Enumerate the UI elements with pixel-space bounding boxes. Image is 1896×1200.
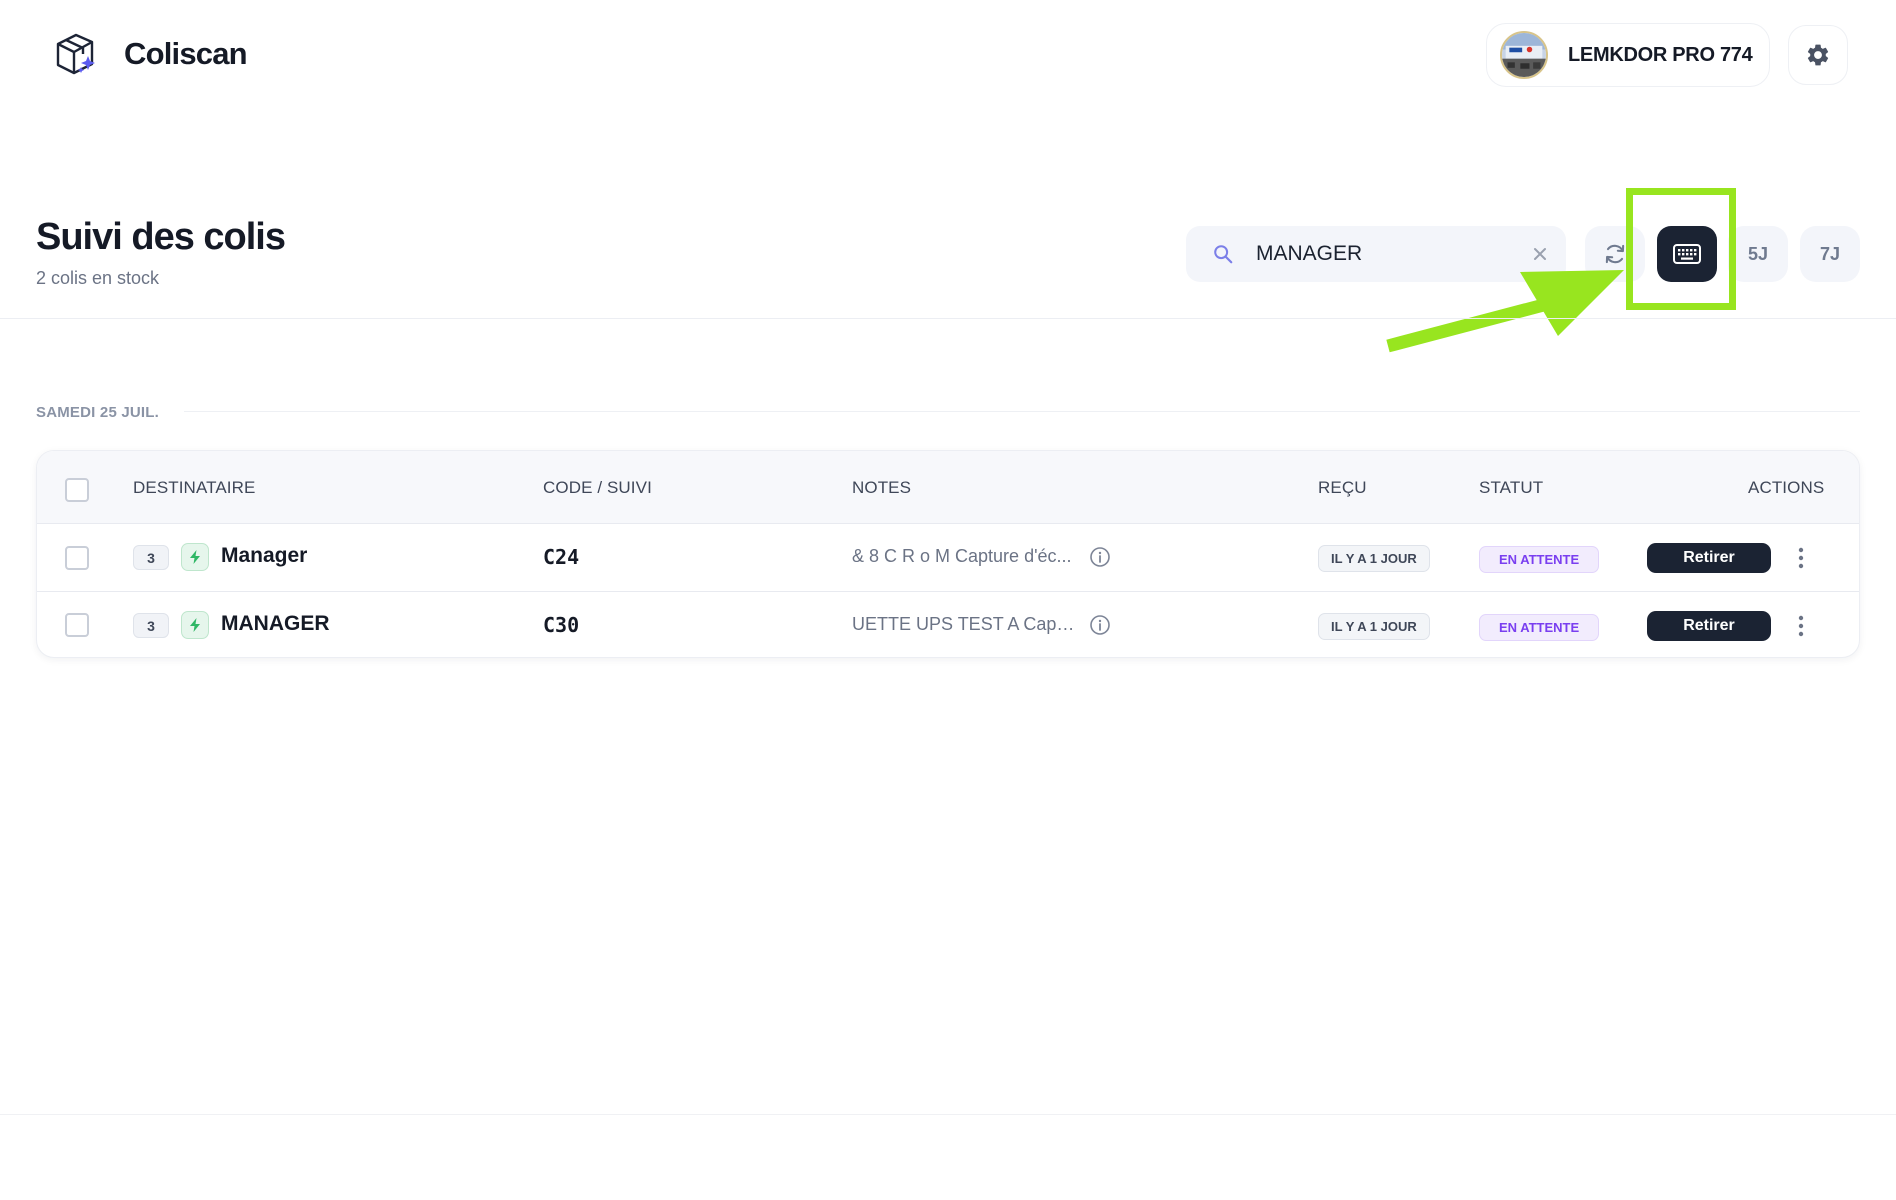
row-checkbox[interactable] (65, 613, 89, 637)
received-time-badge: IL Y A 1 JOUR (1318, 545, 1430, 572)
keyboard-button[interactable] (1657, 226, 1717, 282)
avatar (1500, 31, 1548, 79)
search-input[interactable] (1256, 226, 1516, 282)
select-all-checkbox[interactable] (65, 478, 89, 502)
stock-count: 2 colis en stock (36, 268, 160, 288)
bolt-icon (181, 611, 209, 639)
keyboard-icon (1673, 244, 1701, 264)
info-icon[interactable] (1089, 614, 1111, 636)
table-row[interactable]: 3 Manager C24 & 8 C R o M Capture d'éc..… (37, 524, 1859, 591)
search-icon (1214, 245, 1233, 264)
withdraw-button[interactable]: Retirer (1647, 543, 1771, 573)
close-icon (1534, 248, 1546, 260)
header-divider (0, 318, 1896, 319)
tracking-code: C30 (543, 613, 580, 637)
date-group-divider (184, 411, 1860, 412)
filter-7-days-button[interactable]: 7J (1800, 226, 1860, 282)
clear-search-button[interactable] (1526, 240, 1554, 268)
user-name: LEMKDOR PRO 774 (1568, 43, 1753, 66)
column-header-notes: NOTES (852, 478, 912, 497)
search-bar (1186, 226, 1566, 282)
footer-divider (0, 1114, 1896, 1115)
user-menu[interactable]: LEMKDOR PRO 774 (1486, 23, 1770, 87)
parcel-count-badge: 3 (133, 613, 169, 638)
settings-button[interactable] (1788, 25, 1848, 85)
row-checkbox[interactable] (65, 546, 89, 570)
tracking-code: C24 (543, 545, 580, 569)
column-header-code[interactable]: CODE / SUIVI (543, 478, 652, 498)
note-text: UETTE UPS TEST A Captu... (852, 614, 1077, 634)
more-options-icon[interactable] (1791, 610, 1811, 642)
withdraw-button[interactable]: Retirer (1647, 611, 1771, 641)
more-options-icon[interactable] (1791, 542, 1811, 574)
received-time-badge: IL Y A 1 JOUR (1318, 613, 1430, 640)
parcel-count-badge: 3 (133, 545, 169, 570)
gear-icon (1807, 44, 1829, 66)
column-header-received[interactable]: REÇU (1318, 478, 1367, 498)
column-header-actions: ACTIONS (1748, 478, 1825, 497)
parcels-table: DESTINATAIRE CODE / SUIVI NOTES REÇU STA… (36, 450, 1860, 658)
page-title: Suivi des colis (36, 216, 286, 258)
note-text: & 8 C R o M Capture d'éc... (852, 546, 1072, 566)
refresh-button[interactable] (1585, 226, 1645, 282)
recipient-name: Manager (221, 544, 308, 567)
status-badge: EN ATTENTE (1479, 546, 1600, 573)
recipient-name: MANAGER (221, 612, 330, 635)
package-box-icon (56, 33, 95, 75)
table-header: DESTINATAIRE CODE / SUIVI NOTES REÇU STA… (37, 451, 1859, 524)
status-badge: EN ATTENTE (1479, 614, 1600, 641)
brand[interactable]: Coliscan (52, 30, 248, 78)
column-header-status[interactable]: STATUT (1479, 478, 1543, 498)
table-row[interactable]: 3 MANAGER C30 UETTE UPS TEST A Captu... … (37, 592, 1859, 657)
app-name: Coliscan (124, 36, 248, 71)
column-header-recipient[interactable]: DESTINATAIRE (133, 478, 255, 498)
bolt-icon (181, 543, 209, 571)
filter-5-days-button[interactable]: 5J (1728, 226, 1788, 282)
info-icon[interactable] (1089, 546, 1111, 568)
date-group-label: SAMEDI 25 JUIL. (36, 404, 160, 421)
refresh-icon (1605, 244, 1625, 264)
top-bar: Coliscan LEMKDOR PRO 774 (0, 0, 1896, 114)
